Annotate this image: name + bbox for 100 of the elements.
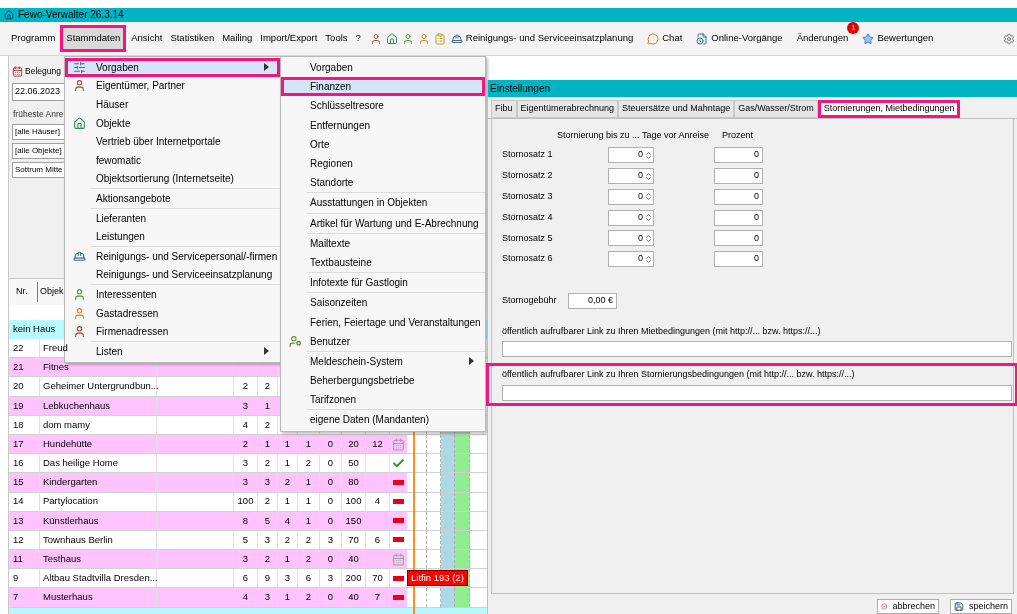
house-icon: [72, 116, 86, 130]
table-cell: 4: [374, 494, 381, 509]
chat-icon: [647, 32, 660, 45]
percent-field[interactable]: 0: [714, 147, 763, 164]
menu-item[interactable]: Entfernungen: [281, 115, 485, 135]
menu-item[interactable]: Aktionsangebote: [65, 189, 280, 208]
menu-item[interactable]: Benutzer: [281, 331, 485, 351]
spinner-arrows-icon[interactable]: [645, 232, 652, 244]
number-spinner[interactable]: 0: [608, 147, 654, 164]
tab[interactable]: Steuersätze und Mahntage: [618, 99, 735, 118]
table-row[interactable]: 16 Das heilige Home 3 2 1 2 0 50: [9, 454, 487, 474]
menu-item[interactable]: Tools: [322, 25, 351, 52]
table-row[interactable]: 9 Altbau Stadtvilla Dresden... 6 9 3 6 3 200 70 Litfin 193 (2): [9, 569, 487, 589]
person-icon: [72, 306, 86, 320]
menu-item[interactable]: Mailing: [219, 25, 256, 52]
field-label: Stornosatz 1: [502, 148, 554, 162]
menu-item[interactable]: Lieferanten: [65, 208, 280, 228]
fee-field[interactable]: 0,00 €: [568, 292, 617, 309]
percent-field[interactable]: 0: [714, 251, 763, 268]
booking-bar[interactable]: Litfin 193 (2): [407, 570, 468, 587]
table-cell: Kindergarten: [43, 475, 98, 490]
toolbar-button[interactable]: Chat: [644, 31, 686, 46]
table-row[interactable]: 7 Musterhaus 4 3 1 2 0 40 7: [9, 588, 487, 608]
menu-item[interactable]: Gastadressen: [65, 303, 280, 323]
tab[interactable]: Belegung: [12, 65, 61, 78]
table-cell: 3: [242, 456, 249, 471]
percent-field[interactable]: 0: [714, 230, 763, 247]
table-cell: dom mamy: [43, 417, 90, 432]
spinner-arrows-icon[interactable]: [645, 170, 652, 182]
menu-item[interactable]: Vorgaben: [281, 58, 485, 78]
percent-field[interactable]: 0: [714, 209, 763, 226]
menu-item[interactable]: Ansicht: [128, 25, 166, 52]
menu-item[interactable]: Standorte: [281, 173, 485, 193]
menu-item[interactable]: Ferien, Feiertage und Veranstaltungen: [281, 312, 485, 332]
menu-item[interactable]: Statistiken: [167, 25, 218, 52]
menu-item[interactable]: Textbausteine: [281, 252, 485, 273]
menu-item[interactable]: Orte: [281, 134, 485, 154]
menu-item[interactable]: Infotexte für Gastlogin: [281, 273, 485, 293]
menu-item[interactable]: Finanzen: [281, 77, 485, 97]
save-button[interactable]: speichern: [950, 599, 1012, 614]
menu-item[interactable]: Leistungen: [65, 227, 280, 246]
spinner-arrows-icon[interactable]: [645, 191, 652, 203]
spinner-arrows-icon[interactable]: [645, 212, 652, 224]
submenu-arrow-icon: [264, 347, 269, 356]
number-spinner[interactable]: 0: [608, 168, 654, 184]
menu-item[interactable]: Meldeschein-System: [281, 351, 485, 371]
percent-field[interactable]: 0: [714, 188, 763, 205]
person-icon[interactable]: [401, 32, 414, 45]
table-row[interactable]: 15 Kindergarten 3 3 2 1 0 80: [9, 473, 487, 493]
url-field[interactable]: [502, 341, 1012, 358]
tab[interactable]: Fibu: [491, 99, 517, 118]
menu-item[interactable]: Interessenten: [65, 285, 280, 304]
table-cell: 6: [305, 571, 312, 586]
tab[interactable]: Gas/Wasser/Strom: [734, 99, 818, 118]
table-row[interactable]: 11 Testhaus 3 2 1 2 0 40: [9, 550, 487, 570]
table-cell: 19: [13, 398, 24, 413]
person-icon[interactable]: [369, 32, 382, 45]
settings-icon[interactable]: [1003, 32, 1015, 45]
number-spinner[interactable]: 0: [608, 251, 654, 268]
table-cell: 20: [13, 379, 24, 394]
house-icon[interactable]: [385, 32, 398, 45]
menu-item[interactable]: Reinigungs- und Serviceeinsatzplanung: [65, 265, 280, 285]
column-header[interactable]: Nr.: [9, 285, 37, 299]
menu-item[interactable]: Firmenadressen: [65, 322, 280, 341]
toolbar-button[interactable]: Bewertungen: [859, 31, 937, 46]
menu-item[interactable]: Saisonzeiten: [281, 293, 485, 313]
clipboard-icon[interactable]: [433, 32, 446, 45]
toolbar-button[interactable]: Online-Vorgänge: [693, 31, 786, 46]
tab[interactable]: Stornierungen, Mietbedingungen: [817, 99, 961, 118]
table-cell: Künstlerhaus: [43, 513, 99, 528]
menu-item[interactable]: Ausstattungen in Objekten: [281, 193, 485, 213]
menu-item[interactable]: Reinigungs- und Servicepersonal/-firmen: [65, 246, 280, 266]
field-label: Stornosatz 4: [502, 210, 554, 224]
menu-item[interactable]: Schlüsseltresore: [281, 96, 485, 116]
menu-item[interactable]: Artikel für Wartung und E-Abrechnung: [281, 213, 485, 233]
table-cell: 2: [284, 475, 291, 490]
menu-item[interactable]: Import/Export: [257, 25, 321, 52]
table-cell-text: 5: [242, 532, 249, 547]
menu-item[interactable]: ?: [352, 25, 364, 52]
spinner-arrows-icon[interactable]: [645, 253, 652, 265]
column-header[interactable]: Objek: [37, 282, 64, 302]
menu-item[interactable]: Vorgaben: [65, 58, 280, 77]
table-cell: 0: [327, 590, 334, 605]
spinner-arrows-icon[interactable]: [645, 149, 652, 161]
tab[interactable]: Eigentümerabrechnung: [516, 99, 619, 118]
number-spinner[interactable]: 0: [608, 230, 654, 247]
person-icon[interactable]: [417, 32, 430, 45]
menu-item[interactable]: Regionen: [281, 153, 485, 174]
menu-item[interactable]: Programm: [8, 25, 59, 52]
url-field[interactable]: [502, 384, 1012, 401]
menu-item[interactable]: Mailtexte: [281, 233, 485, 253]
number-spinner[interactable]: 0: [608, 188, 654, 205]
toolbar-button[interactable]: Reinigungs- und Serviceeinsatzplanung: [447, 31, 637, 46]
submenu-arrow-icon: [469, 357, 474, 366]
field-label: Stornosatz 5: [502, 231, 554, 245]
number-spinner[interactable]: 0: [608, 209, 654, 226]
menu-item[interactable]: Stammdaten: [60, 25, 127, 52]
percent-field[interactable]: 0: [714, 168, 763, 184]
cancel-button[interactable]: abbrechen: [877, 599, 939, 614]
table-cell: 40: [348, 552, 359, 567]
